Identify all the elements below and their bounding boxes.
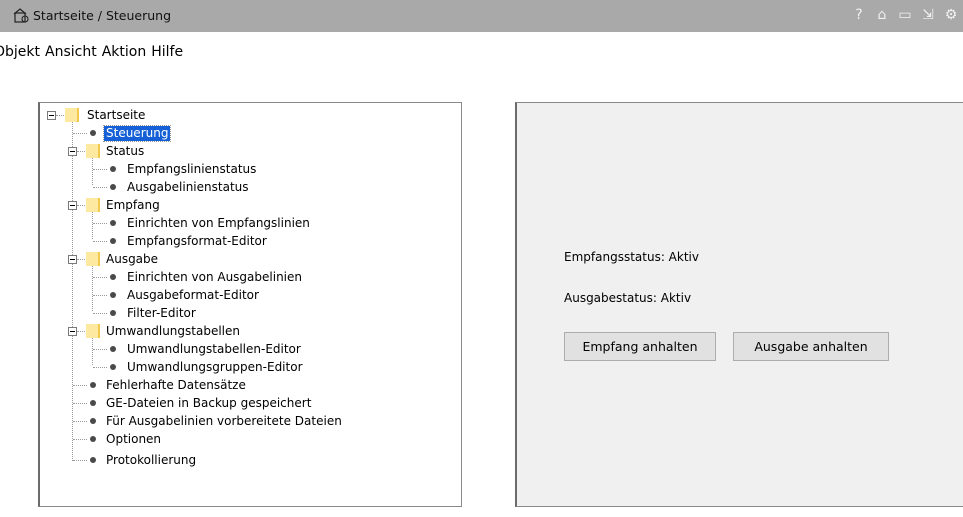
bullet-icon [90,130,96,136]
menu-hilfe[interactable]: Hilfe [151,44,183,66]
tree-item-ge-dateien-backup[interactable]: GE-Dateien in Backup gespeichert [104,394,313,412]
tree-item-umwandlungsgruppen-editor[interactable]: Umwandlungsgruppen-Editor [125,358,305,376]
tree-line [93,241,107,242]
tree-line [93,313,107,314]
tree-item-einrichten-empfangslinien[interactable]: Einrichten von Empfangslinien [125,214,312,232]
tree-line [77,205,85,206]
tree-line [92,265,93,311]
collapse-icon[interactable] [68,327,77,336]
tree-line [92,157,93,185]
collapse-icon[interactable] [68,201,77,210]
navigation-tree-panel: Startseite Steuerung Status Empfangslini… [38,102,462,507]
tree-line [93,277,107,278]
tree-item-fuer-ausgabelinien-dateien[interactable]: Für Ausgabelinien vorbereitete Dateien [104,412,344,430]
menu-ansicht[interactable]: Ansicht [45,44,97,66]
bullet-icon [90,418,96,424]
folder-icon [86,144,100,158]
tree-line [73,403,87,404]
tree-item-empfangsformat-editor[interactable]: Empfangsformat-Editor [125,232,269,250]
tree-item-umwandlungstabellen[interactable]: Umwandlungstabellen [104,322,242,340]
tree-line [56,115,64,116]
tree-line [73,421,87,422]
tree-item-optionen[interactable]: Optionen [104,430,163,448]
folder-icon [86,324,100,338]
tree-item-ausgabe[interactable]: Ausgabe [104,250,160,268]
bullet-icon [110,364,116,370]
tree-line [77,331,85,332]
ausgabestatus-text: Ausgabestatus: Aktiv [564,291,692,305]
bullet-icon [110,292,116,298]
tree-line [73,460,87,461]
folder-icon [65,108,79,122]
home-icon[interactable]: ⌂ [874,5,890,25]
tree-line [77,259,85,260]
tree-line [73,133,87,134]
folder-icon [86,198,100,212]
tree-item-ausgabeformat-editor[interactable]: Ausgabeformat-Editor [125,286,261,304]
tree-item-status[interactable]: Status [104,142,146,160]
menu-aktion[interactable]: Aktion [102,44,147,66]
bullet-icon [90,457,96,463]
tree-line [77,151,85,152]
tree-item-ausgabelinienstatus[interactable]: Ausgabelinienstatus [125,178,251,196]
bullet-icon [110,310,116,316]
empfang-anhalten-button[interactable]: Empfang anhalten [564,332,716,361]
app-icon [13,8,29,23]
tree-line [93,187,107,188]
tree-item-startseite[interactable]: Startseite [85,106,147,124]
ausgabe-anhalten-button[interactable]: Ausgabe anhalten [733,332,889,361]
collapse-icon[interactable] [68,255,77,264]
tree-item-fehlerhafte-datensaetze[interactable]: Fehlerhafte Datensätze [104,376,248,394]
tree-line [93,295,107,296]
bullet-icon [110,346,116,352]
folder-icon [86,252,100,266]
bullet-icon [110,166,116,172]
menu-objekt[interactable]: Objekt [0,44,40,66]
tree-line [73,385,87,386]
tree-line [92,211,93,239]
navigation-tree: Startseite Steuerung Status Empfangslini… [40,103,461,506]
exit-icon[interactable]: ⇲ [920,5,936,25]
collapse-icon[interactable] [68,147,77,156]
menu-bar: Objekt Ansicht Aktion Hilfe [0,44,188,66]
title-bar: Startseite / Steuerung ? ⌂ ▭ ⇲ ⚙ [0,0,963,32]
bullet-icon [110,220,116,226]
empfangsstatus-text: Empfangsstatus: Aktiv [564,250,699,264]
collapse-icon[interactable] [47,111,56,120]
bullet-icon [110,238,116,244]
tree-line [93,169,107,170]
title-actions: ? ⌂ ▭ ⇲ ⚙ [851,5,959,25]
settings-icon[interactable]: ⚙ [943,5,959,25]
tree-item-steuerung[interactable]: Steuerung [102,124,172,142]
tree-line [72,121,73,461]
tree-line [73,439,87,440]
window-title: Startseite / Steuerung [33,8,172,23]
tree-item-umwandlungstabellen-editor[interactable]: Umwandlungstabellen-Editor [125,340,303,358]
tree-item-empfang[interactable]: Empfang [104,196,162,214]
tree-line [93,349,107,350]
tree-line [92,337,93,365]
tree-item-protokollierung[interactable]: Protokollierung [104,451,198,469]
bullet-icon [110,184,116,190]
bullet-icon [90,436,96,442]
help-icon[interactable]: ? [851,5,867,25]
tree-item-einrichten-ausgabelinien[interactable]: Einrichten von Ausgabelinien [125,268,304,286]
bullet-icon [90,382,96,388]
tree-line [93,223,107,224]
folder-icon[interactable]: ▭ [897,5,913,25]
tree-item-empfangslinienstatus[interactable]: Empfangslinienstatus [125,160,258,178]
bullet-icon [90,400,96,406]
bullet-icon [110,274,116,280]
tree-line [93,367,107,368]
tree-item-filter-editor[interactable]: Filter-Editor [125,304,198,322]
